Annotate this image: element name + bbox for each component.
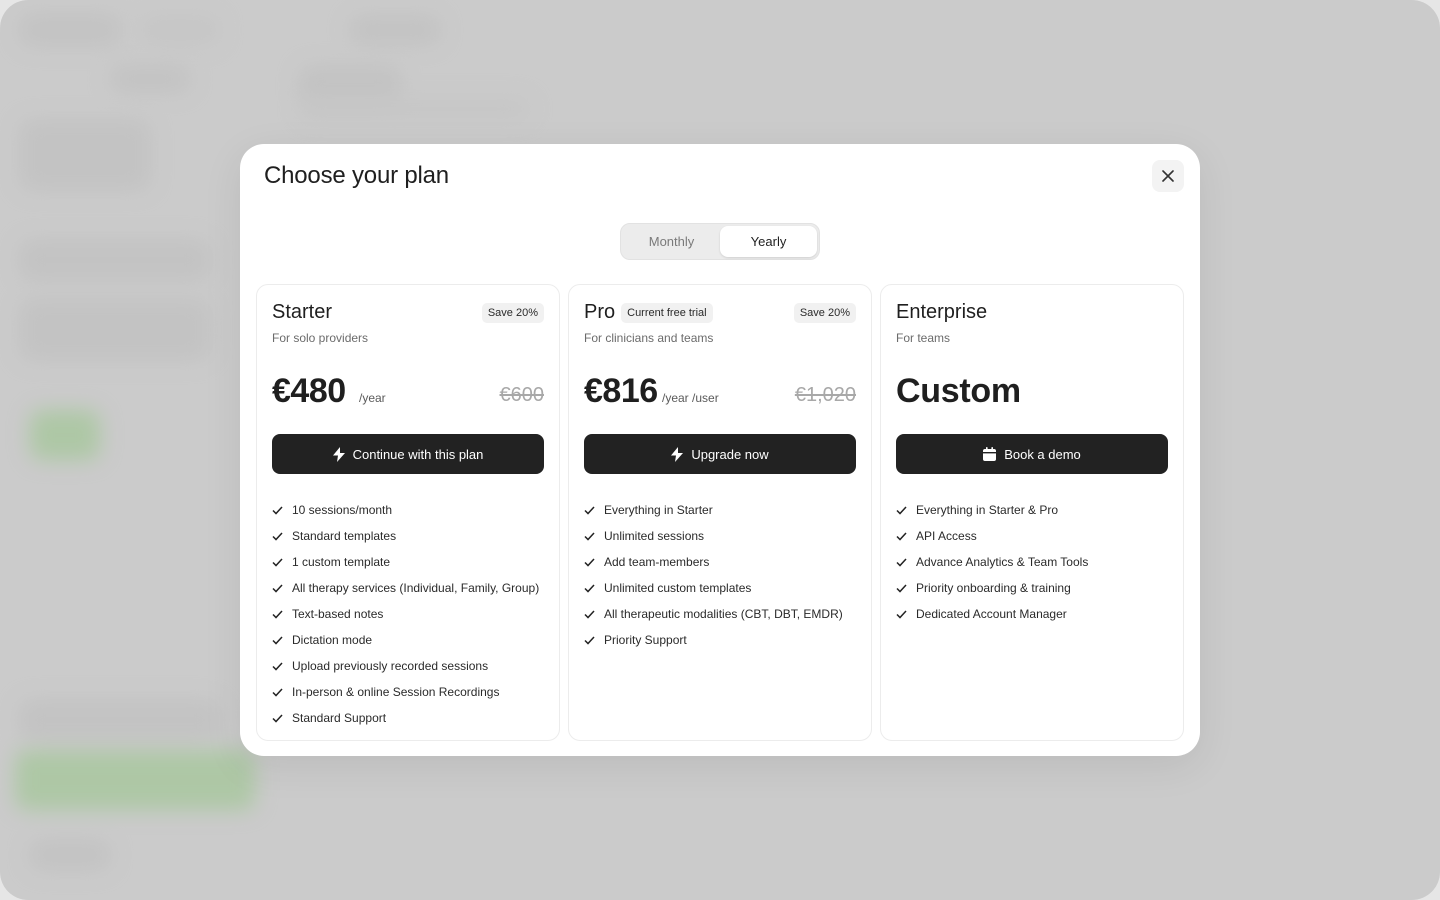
plan-name: Enterprise — [896, 301, 988, 323]
list-item: Standard templates — [272, 523, 549, 549]
check-icon — [272, 609, 283, 619]
check-icon — [272, 635, 283, 645]
list-item: Unlimited sessions — [584, 523, 861, 549]
list-item: All therapeutic modalities (CBT, DBT, EM… — [584, 601, 861, 627]
plan-subtitle: For solo providers — [272, 331, 369, 345]
book-demo-button[interactable]: Book a demo — [896, 434, 1168, 474]
plan-card-pro: Pro Current free trial Save 20% For clin… — [568, 284, 872, 741]
feature-list: Everything in Starter Unlimited sessions… — [584, 497, 861, 653]
list-item: Advance Analytics & Team Tools — [896, 549, 1173, 575]
check-icon — [896, 557, 907, 567]
check-icon — [584, 557, 595, 567]
check-icon — [584, 505, 595, 515]
list-item: Everything in Starter & Pro — [896, 497, 1173, 523]
list-item: Add team-members — [584, 549, 861, 575]
check-icon — [272, 661, 283, 671]
lightning-icon — [671, 446, 684, 462]
toggle-monthly[interactable]: Monthly — [623, 226, 720, 257]
list-item: Priority Support — [584, 627, 861, 653]
plan-price: €480 — [272, 372, 346, 410]
billing-toggle: Monthly Yearly — [620, 223, 820, 260]
plan-price: €816 — [584, 372, 658, 410]
price-period: /year — [359, 391, 386, 405]
trial-badge: Current free trial — [621, 302, 713, 323]
list-item: Standard Support — [272, 705, 549, 731]
close-button[interactable] — [1152, 160, 1184, 192]
original-price: €1,020 — [794, 384, 856, 406]
plan-name: Starter — [272, 301, 333, 323]
check-icon — [584, 583, 595, 593]
list-item: Dictation mode — [272, 627, 549, 653]
check-icon — [272, 687, 283, 697]
check-icon — [272, 531, 283, 541]
button-label: Upgrade now — [691, 446, 769, 462]
list-item: API Access — [896, 523, 1173, 549]
check-icon — [272, 583, 283, 593]
check-icon — [896, 583, 907, 593]
plan-name: Pro — [584, 301, 616, 323]
plan-card-starter: Starter Save 20% For solo providers €480… — [256, 284, 560, 741]
list-item: Everything in Starter — [584, 497, 861, 523]
list-item: Priority onboarding & training — [896, 575, 1173, 601]
check-icon — [272, 557, 283, 567]
save-badge: Save 20% — [793, 302, 856, 323]
check-icon — [272, 505, 283, 515]
feature-list: 10 sessions/month Standard templates 1 c… — [272, 497, 549, 731]
continue-plan-button[interactable]: Continue with this plan — [272, 434, 544, 474]
button-label: Book a demo — [1004, 446, 1081, 462]
check-icon — [272, 713, 283, 723]
list-item: 10 sessions/month — [272, 497, 549, 523]
plan-subtitle: For clinicians and teams — [584, 331, 714, 345]
close-icon — [1162, 170, 1174, 182]
feature-list: Everything in Starter & Pro API Access A… — [896, 497, 1173, 627]
lightning-icon — [332, 446, 345, 462]
list-item: All therapy services (Individual, Family… — [272, 575, 549, 601]
check-icon — [896, 609, 907, 619]
save-badge: Save 20% — [481, 302, 544, 323]
check-icon — [584, 531, 595, 541]
modal-title: Choose your plan — [264, 162, 449, 189]
list-item: 1 custom template — [272, 549, 549, 575]
price-period: /year /user — [662, 391, 719, 405]
list-item: Upload previously recorded sessions — [272, 653, 549, 679]
check-icon — [896, 505, 907, 515]
button-label: Continue with this plan — [352, 446, 484, 462]
list-item: Text-based notes — [272, 601, 549, 627]
check-icon — [584, 635, 595, 645]
list-item: Unlimited custom templates — [584, 575, 861, 601]
calendar-icon — [983, 447, 997, 461]
check-icon — [896, 531, 907, 541]
list-item: In-person & online Session Recordings — [272, 679, 549, 705]
check-icon — [584, 609, 595, 619]
toggle-yearly[interactable]: Yearly — [720, 226, 817, 257]
upgrade-now-button[interactable]: Upgrade now — [584, 434, 856, 474]
plan-card-enterprise: Enterprise For teams Custom Book a demo … — [880, 284, 1184, 741]
list-item: Dedicated Account Manager — [896, 601, 1173, 627]
plan-modal: Choose your plan Monthly Yearly Starter … — [240, 144, 1200, 756]
original-price: €600 — [499, 384, 545, 406]
plan-price: Custom — [896, 372, 1021, 410]
plan-subtitle: For teams — [896, 331, 951, 345]
